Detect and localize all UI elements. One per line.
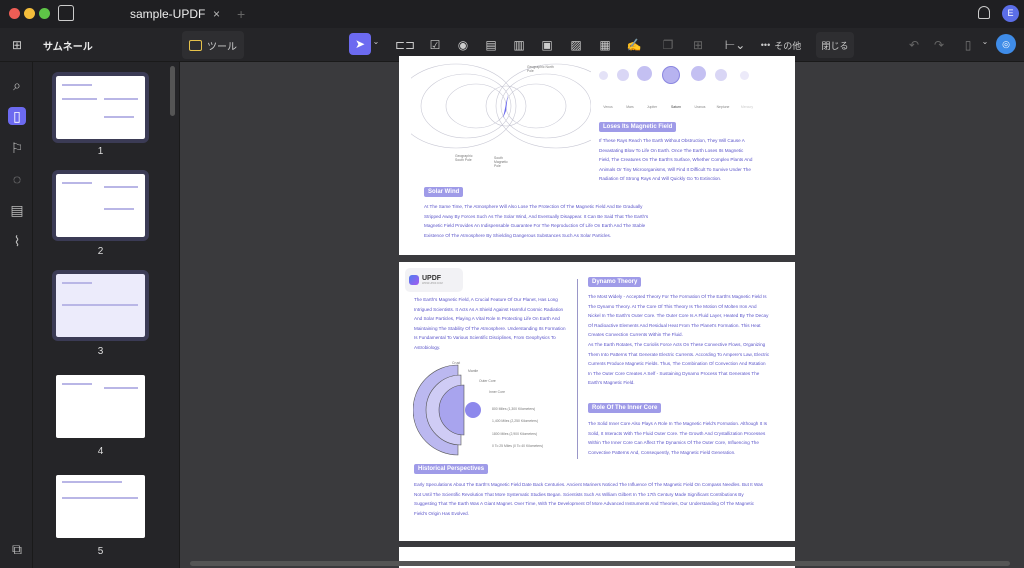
depth-label: 800 Miles (1,300 Kilometers) [492, 407, 536, 411]
more-icon: ••• [760, 40, 771, 50]
page-number: 1 [97, 146, 104, 157]
planet-label: Uranus [694, 105, 706, 109]
logo-text: UPDF [422, 275, 442, 282]
close-form-button[interactable]: 閉じる [816, 32, 854, 58]
close-tab-icon[interactable]: × [213, 7, 220, 21]
radio-button-icon[interactable]: ◉ [454, 36, 472, 54]
column-divider [577, 279, 578, 459]
section-heading: Historical Perspectives [414, 464, 489, 474]
page-number: 4 [97, 446, 104, 457]
left-rail: ⌕ ▯ ⚐ ◌ ▤ ⌇ ⧉ [0, 62, 33, 568]
paragraph: Early Speculations About The Earth's Mag… [414, 482, 763, 516]
image-field-icon[interactable]: ▨ [567, 36, 585, 54]
maximize-window-button[interactable] [39, 8, 50, 19]
layer-label: Outer Core [479, 379, 496, 383]
pdf-page-2: UPDF WWW.UPDF.COM The Earth's Magnetic Fi… [399, 262, 795, 541]
paragraph: The Earth's Magnetic Field, A Crucial Fe… [414, 297, 566, 350]
page-number: 2 [97, 246, 104, 257]
close-window-button[interactable] [9, 8, 20, 19]
document-view: Geographic North Pole Geographic South P… [180, 56, 1024, 568]
planet-labels: Venus Mars Jupiter Saturn Uranus Neptune… [597, 105, 759, 109]
label-north-pole: Geographic North Pole [527, 65, 554, 73]
bookmark-icon[interactable]: ⚐ [8, 139, 26, 157]
paragraph: The Most Widely - Accepted Theory For Th… [588, 294, 769, 338]
planet-label: Saturn [671, 105, 681, 109]
new-tab-button[interactable]: + [237, 6, 245, 22]
search-icon[interactable]: ⌕ [8, 76, 26, 94]
earth-layers-diagram [413, 364, 481, 456]
horizontal-scrollbar[interactable] [190, 561, 1010, 566]
page-number: 5 [97, 546, 104, 557]
planet-label: Venus [603, 105, 613, 109]
layers-icon[interactable]: ⧉ [8, 540, 26, 558]
ai-assistant-icon[interactable]: ◎ [996, 34, 1016, 54]
chevron-down-icon[interactable]: ⌄ [372, 37, 380, 46]
thumbnails-icon[interactable]: ▯ [8, 107, 26, 125]
toolbox-icon [189, 39, 202, 51]
layer-label: Mantle [468, 369, 479, 373]
depth-label: 1,400 Miles (2,250 Kilometers) [492, 419, 538, 423]
planet-label: Mars [626, 105, 634, 109]
page-number: 3 [97, 346, 104, 357]
tools-button[interactable]: ツール [182, 31, 244, 59]
paragraph: If These Rays Reach The Earth Without Ob… [599, 138, 753, 182]
chevron-down-icon[interactable]: ⌄ [981, 37, 989, 46]
comment-icon[interactable]: ◌ [8, 170, 26, 188]
depth-label: 1800 Miles (2,900 Kilometers) [492, 432, 538, 436]
depth-label: 0 To 25 Miles (0 To 40 Kilometers) [492, 444, 544, 448]
pdf-page-1: Geographic North Pole Geographic South P… [399, 56, 795, 255]
section-heading: Loses Its Magnetic Field [599, 122, 677, 132]
checkbox-icon[interactable]: ☑ [426, 36, 444, 54]
panel-title: サムネール [43, 42, 93, 53]
align-grid-icon[interactable]: ⊞ [689, 36, 707, 54]
planet-label: Neptune [716, 105, 730, 109]
select-tool-button[interactable]: ➤ [349, 33, 371, 55]
label-south-mag: South Magnetic Pole [494, 156, 508, 168]
redo-icon[interactable]: ↷ [931, 36, 947, 54]
bell-icon[interactable] [978, 6, 990, 19]
attachment-icon[interactable]: ⌇ [8, 232, 26, 250]
more-button[interactable]: ••• その他 [760, 36, 802, 54]
tools-label: ツール [207, 41, 237, 53]
logo-subtext: WWW.UPDF.COM [422, 282, 443, 285]
grid-icon[interactable]: ⊞ [8, 36, 26, 54]
home-icon[interactable] [58, 5, 74, 21]
section-heading: Dynamo Theory [588, 277, 642, 287]
combo-box-icon[interactable]: ▤ [482, 36, 500, 54]
minimize-window-button[interactable] [24, 8, 35, 19]
thumbnail-panel: 1 2 3 4 5 [33, 62, 180, 568]
button-field-icon[interactable]: ▣ [538, 36, 556, 54]
planets-row [599, 66, 759, 106]
list-box-icon[interactable]: ▥ [510, 36, 528, 54]
layer-label: Crust [452, 361, 461, 365]
text-field-icon[interactable]: ⊏⊐ [395, 36, 415, 54]
label-south-geo: Geographic South Pole [455, 154, 473, 162]
paragraph: The Solid Inner Core Also Plays A Role I… [588, 421, 768, 455]
align-icon[interactable]: ⊢⌄ [724, 36, 746, 54]
avatar[interactable]: E [1002, 5, 1019, 22]
paragraph: As The Earth Rotates, The Coriolis Force… [588, 342, 770, 386]
undo-icon[interactable]: ↶ [906, 36, 922, 54]
planet-label: Jupiter [646, 105, 658, 109]
tab-title: sample-UPDF [130, 7, 206, 21]
date-field-icon[interactable]: ▦ [596, 36, 614, 54]
updf-logo: UPDF WWW.UPDF.COM [405, 268, 463, 292]
planet-label: Mercury [740, 105, 754, 109]
title-bar: sample-UPDF × + E [0, 0, 1024, 28]
layer-label: Inner Core [489, 390, 506, 394]
magnetic-field-diagram [411, 63, 591, 149]
save-icon[interactable]: ▯ [960, 36, 976, 54]
document-tab[interactable]: sample-UPDF × [110, 0, 230, 28]
paragraph: At The Same Time, The Atmosphere Will Al… [424, 204, 649, 238]
duplicate-icon[interactable]: ❐ [659, 36, 677, 54]
signature-icon[interactable]: ✍ [624, 36, 644, 54]
form-icon[interactable]: ▤ [8, 201, 26, 219]
section-heading: Role Of The Inner Core [588, 403, 662, 413]
thumbnail-scrollbar[interactable] [170, 66, 175, 116]
section-heading: Solar Wind [424, 187, 464, 197]
more-label: その他 [774, 40, 802, 51]
